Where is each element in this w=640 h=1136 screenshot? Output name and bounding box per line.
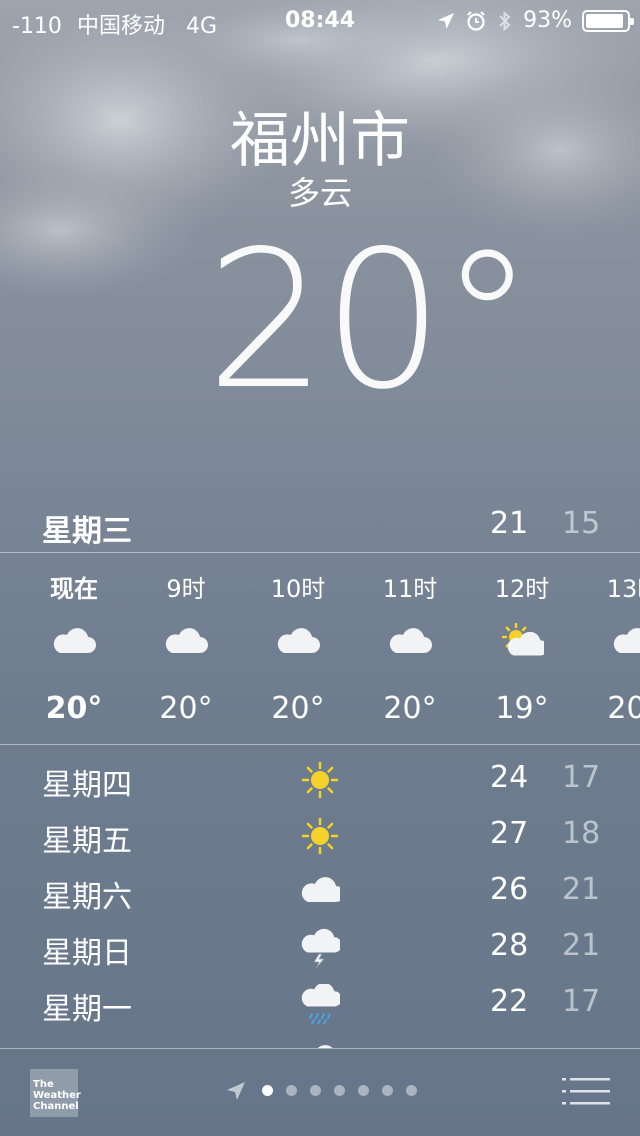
daily-row: 星期四 24 17 bbox=[0, 752, 640, 808]
battery-fill bbox=[586, 13, 624, 28]
daily-forecast[interactable]: 星期四 24 17 星期五 27 18 星期六 26 21 星期日 28 21 星期一 … bbox=[0, 752, 640, 1048]
hourly-item: 13时 20° bbox=[578, 553, 640, 743]
cloud-icon bbox=[301, 877, 340, 902]
day-high: 27 bbox=[490, 816, 529, 851]
hour-temperature: 20° bbox=[45, 691, 103, 726]
hour-temperature: 20° bbox=[159, 691, 213, 726]
day-high: 24 bbox=[490, 760, 529, 795]
hour-label: 10时 bbox=[270, 575, 326, 603]
sun-icon bbox=[301, 761, 339, 799]
day-high: 28 bbox=[490, 928, 529, 963]
daily-row: 星期日 28 21 bbox=[0, 920, 640, 976]
daily-row: 星期六 26 21 bbox=[0, 864, 640, 920]
page-dot[interactable] bbox=[406, 1085, 417, 1096]
cloud-icon bbox=[613, 628, 640, 653]
page-dot[interactable] bbox=[334, 1085, 345, 1096]
day-name: 星期四 bbox=[42, 768, 132, 803]
page-indicator[interactable] bbox=[262, 1085, 417, 1096]
hour-temperature: 19° bbox=[495, 691, 549, 726]
daily-row: 星期二 bbox=[0, 1032, 640, 1048]
day-name: 星期一 bbox=[42, 992, 132, 1027]
hour-label: 11时 bbox=[382, 575, 438, 603]
hour-label: 13时 bbox=[606, 575, 640, 603]
sun-icon bbox=[301, 817, 339, 855]
battery-icon bbox=[582, 9, 634, 32]
current-condition: 多云 bbox=[287, 174, 352, 212]
battery-percent: 93% bbox=[523, 8, 572, 33]
page-dot[interactable] bbox=[382, 1085, 393, 1096]
weather-channel-logo[interactable]: The Weather Channel bbox=[30, 1069, 81, 1117]
day-low: 17 bbox=[562, 984, 601, 1019]
day-name: 星期二 bbox=[42, 1040, 132, 1048]
hour-temperature: 20° bbox=[383, 691, 437, 726]
page-dot[interactable] bbox=[358, 1085, 369, 1096]
divider bbox=[0, 744, 640, 745]
location-arrow-icon bbox=[438, 12, 455, 29]
cloud-icon bbox=[317, 1045, 333, 1048]
bluetooth-icon bbox=[499, 10, 511, 31]
cloud-icon bbox=[165, 628, 208, 653]
status-bar: -110 中国移动 4G 08:44 93% bbox=[0, 0, 640, 40]
cloud-icon bbox=[389, 628, 432, 653]
day-high: 22 bbox=[490, 984, 529, 1019]
day-name: 星期五 bbox=[42, 824, 132, 859]
day-high: 26 bbox=[490, 872, 529, 907]
today-day: 星期三 bbox=[42, 514, 132, 549]
status-icons: 93% bbox=[437, 8, 634, 33]
today-low: 15 bbox=[562, 506, 601, 541]
day-low: 21 bbox=[562, 872, 601, 907]
current-temperature: 20° bbox=[206, 210, 535, 431]
day-name: 星期六 bbox=[42, 880, 132, 915]
hourly-item: 现在 20° bbox=[18, 553, 130, 743]
hour-label: 12时 bbox=[494, 575, 550, 603]
today-summary: 星期三 21 15 bbox=[0, 500, 640, 550]
rain-icon bbox=[301, 984, 340, 1024]
page-dot[interactable] bbox=[262, 1085, 273, 1096]
today-high: 21 bbox=[490, 506, 529, 541]
page-dot[interactable] bbox=[310, 1085, 321, 1096]
hourly-item: 10时 20° bbox=[242, 553, 354, 743]
daily-row: 星期五 27 18 bbox=[0, 808, 640, 864]
day-low: 17 bbox=[562, 760, 601, 795]
hour-temperature: 20° bbox=[607, 691, 640, 726]
hour-temperature: 20° bbox=[271, 691, 325, 726]
thunderstorm-icon bbox=[301, 928, 340, 968]
hourly-item: 9时 20° bbox=[130, 553, 242, 743]
alarm-icon bbox=[467, 10, 485, 31]
page-dot[interactable] bbox=[286, 1085, 297, 1096]
hourly-forecast[interactable]: 现在 20°9时 20°10时 20°11时 20°12时 19°13时 20° bbox=[0, 553, 640, 743]
bottom-bar: The Weather Channel bbox=[0, 1049, 640, 1136]
day-low: 18 bbox=[562, 816, 601, 851]
partly-sunny-icon bbox=[501, 623, 544, 656]
day-name: 星期日 bbox=[42, 936, 132, 971]
cloud-icon bbox=[53, 628, 96, 653]
hourly-item: 12时 19° bbox=[466, 553, 578, 743]
hour-label: 现在 bbox=[50, 575, 98, 603]
daily-row: 星期一 22 17 bbox=[0, 976, 640, 1032]
city-name: 福州市 bbox=[230, 106, 410, 176]
location-arrow-icon bbox=[227, 1082, 245, 1100]
hourly-item: 11时 20° bbox=[354, 553, 466, 743]
cloud-icon bbox=[277, 628, 320, 653]
hour-label: 9时 bbox=[166, 575, 206, 603]
city-list-icon[interactable] bbox=[562, 1075, 610, 1109]
day-low: 21 bbox=[562, 928, 601, 963]
